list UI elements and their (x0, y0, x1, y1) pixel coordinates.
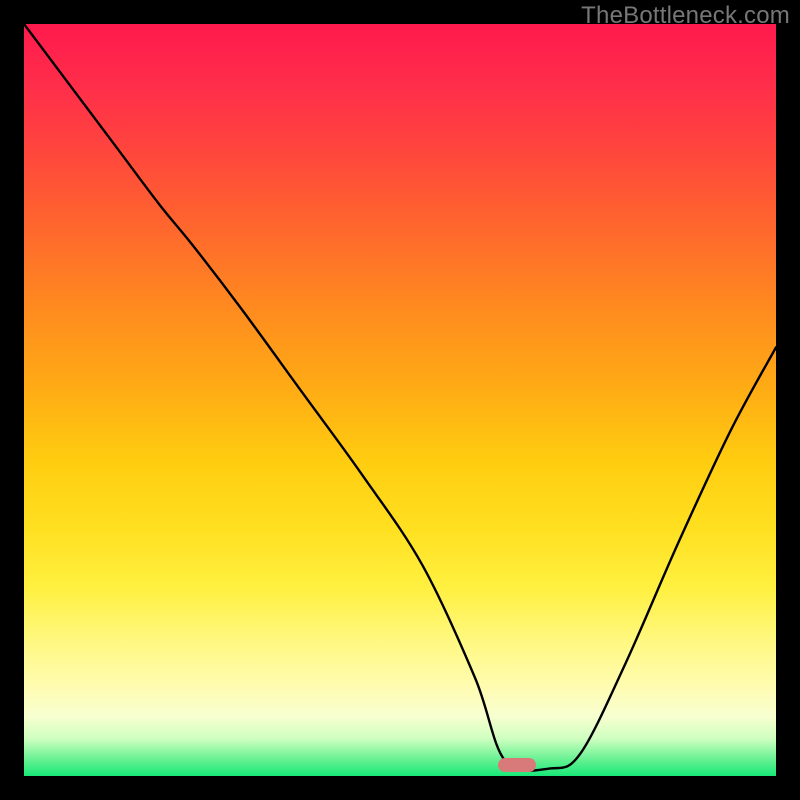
bottleneck-curve (24, 24, 776, 776)
chart-frame: TheBottleneck.com (0, 0, 800, 800)
optimal-point-marker (498, 758, 536, 772)
plot-area (24, 24, 776, 776)
